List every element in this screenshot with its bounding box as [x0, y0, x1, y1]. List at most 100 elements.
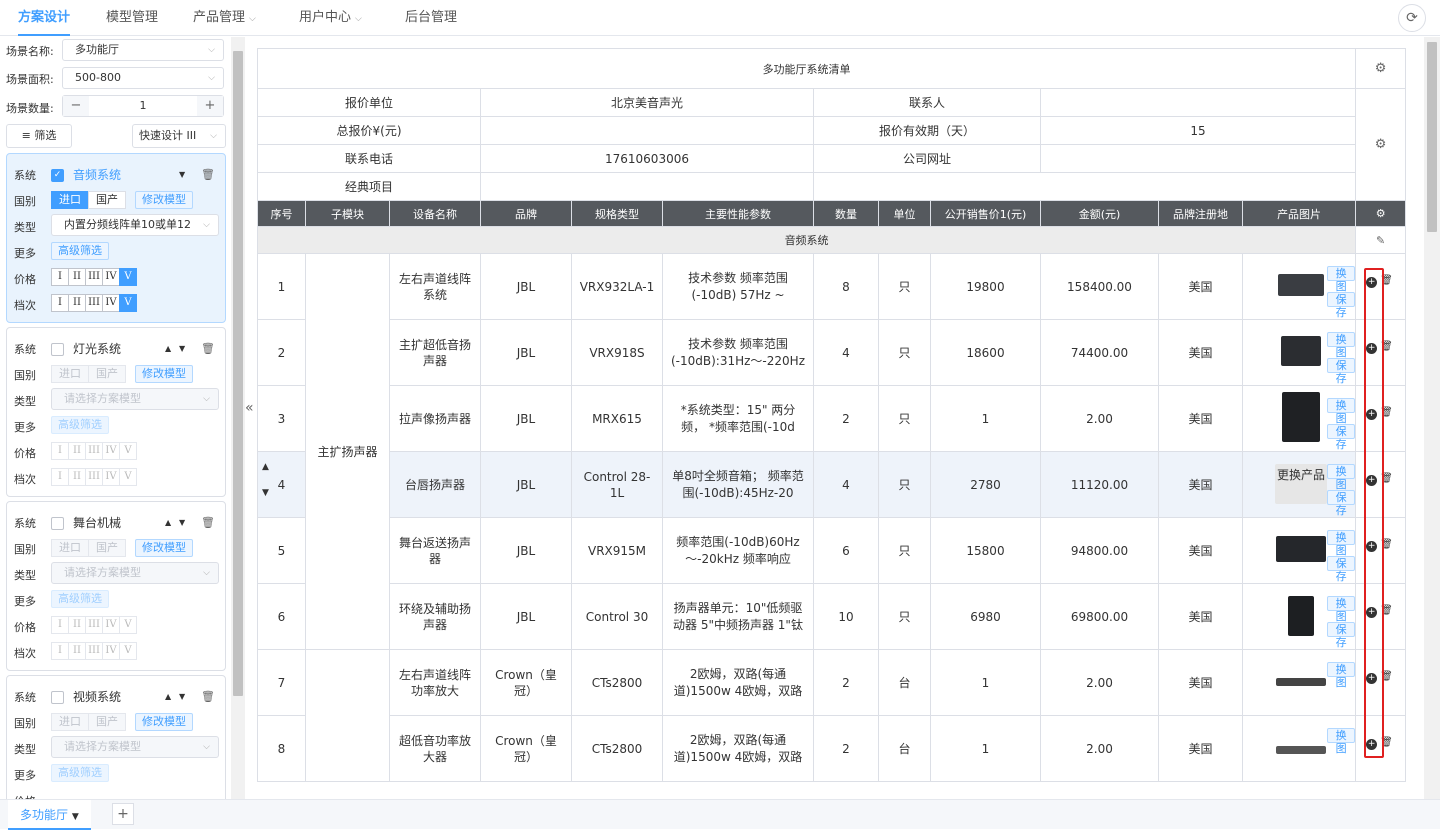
save-image-button[interactable]: 保存 [1327, 424, 1355, 451]
device-name[interactable]: 左右声道线阵功率放大 [389, 649, 481, 716]
scene-name-select[interactable]: 多功能厅 ⌵ [62, 39, 224, 61]
save-image-button[interactable]: 保存 [1327, 490, 1355, 517]
trash-icon[interactable]: 🗑 [201, 168, 215, 181]
gear-icon[interactable]: ⚙ [1355, 88, 1407, 201]
tab-scheme-design[interactable]: 方案设计 [18, 0, 71, 36]
domestic-button[interactable]: 国产 [88, 713, 126, 731]
scrollbar-thumb[interactable] [1427, 42, 1437, 232]
website-value[interactable] [1039, 144, 1357, 173]
brand-cell[interactable]: JBL [480, 385, 572, 452]
advanced-filter-button[interactable]: 高级筛选 [51, 416, 109, 434]
price-cell[interactable]: 19800 [930, 253, 1041, 320]
trash-icon[interactable]: 🗑 [201, 342, 215, 355]
level-3[interactable]: III [85, 616, 103, 634]
table-row[interactable]: 5 舞台返送扬声器 JBL VRX915M 频率范围(-10dB)60Hz～-20kHz… [257, 517, 1407, 584]
save-image-button[interactable]: 保存 [1327, 622, 1355, 649]
scrollbar-thumb[interactable] [233, 51, 243, 696]
level-4[interactable]: IV [102, 642, 120, 660]
modify-model-button[interactable]: 修改模型 [135, 365, 193, 383]
level-5[interactable]: V [119, 442, 137, 460]
level-2[interactable]: II [68, 294, 86, 312]
move-down-icon[interactable]: ▼ [179, 692, 185, 701]
level-4[interactable]: IV [102, 268, 120, 286]
trash-icon[interactable]: 🗑 [201, 690, 215, 703]
system-checkbox-lighting[interactable] [51, 343, 64, 356]
unit-cell[interactable]: 只 [878, 253, 931, 320]
params-cell[interactable]: 单8吋全频音箱； 频率范围(-10dB):45Hz-20 [662, 451, 814, 518]
refresh-icon[interactable]: ⟳ [1398, 4, 1426, 32]
save-image-button[interactable]: 保存 [1327, 292, 1355, 319]
level-2[interactable]: II [68, 442, 86, 460]
price-cell[interactable]: 2780 [930, 451, 1041, 518]
move-down-icon[interactable]: ▼ [179, 518, 185, 527]
level-1[interactable]: I [51, 442, 69, 460]
swap-image-button[interactable]: 换图 [1327, 464, 1355, 491]
brand-cell[interactable]: JBL [480, 319, 572, 386]
device-name[interactable]: 台唇扬声器 [389, 451, 481, 518]
unit-cell[interactable]: 台 [878, 649, 931, 716]
level-3[interactable]: III [85, 442, 103, 460]
advanced-filter-button[interactable]: 高级筛选 [51, 764, 109, 782]
swap-image-button[interactable]: 换图 [1327, 728, 1355, 755]
model-cell[interactable]: VRX932LA-1 [571, 253, 663, 320]
level-5[interactable]: V [119, 268, 137, 286]
sidebar-scrollbar[interactable] [231, 37, 245, 799]
qty-cell[interactable]: 6 [813, 517, 879, 584]
brand-cell[interactable]: Crown（皇冠） [480, 715, 572, 782]
swap-image-button[interactable]: 换图 [1327, 530, 1355, 557]
scene-area-select[interactable]: 500-800 ⌵ [62, 67, 224, 89]
level-1[interactable]: I [51, 294, 69, 312]
swap-image-button[interactable]: 换图 [1327, 662, 1355, 689]
save-image-button[interactable]: 保存 [1327, 556, 1355, 583]
move-down-icon[interactable]: ▼ [179, 170, 185, 179]
brand-cell[interactable]: JBL [480, 451, 572, 518]
phone-value[interactable]: 17610603006 [480, 144, 814, 173]
device-name[interactable]: 拉声像扬声器 [389, 385, 481, 452]
decrement-button[interactable]: − [63, 96, 89, 116]
level-4[interactable]: IV [102, 468, 120, 486]
level-5[interactable]: V [119, 294, 137, 312]
level-1[interactable]: I [51, 268, 69, 286]
params-cell[interactable]: 技术参数 频率范围(-10dB):31Hz～-220Hz 频 [662, 319, 814, 386]
price-cell[interactable]: 15800 [930, 517, 1041, 584]
level-4[interactable]: IV [102, 616, 120, 634]
tab-backend-management[interactable]: 后台管理 [405, 0, 457, 36]
device-name[interactable]: 主扩超低音扬声器 [389, 319, 481, 386]
level-2[interactable]: II [68, 642, 86, 660]
domestic-button[interactable]: 国产 [88, 191, 126, 209]
swap-image-button[interactable]: 换图 [1327, 596, 1355, 623]
system-checkbox-video[interactable] [51, 691, 64, 704]
model-cell[interactable]: Control 28-1L [571, 451, 663, 518]
move-up-icon[interactable]: ▲ [165, 344, 171, 353]
import-button[interactable]: 进口 [51, 713, 89, 731]
brand-cell[interactable]: JBL [480, 583, 572, 650]
swap-image-button[interactable]: 换图 [1327, 332, 1355, 359]
price-cell[interactable]: 6980 [930, 583, 1041, 650]
import-button[interactable]: 进口 [51, 365, 89, 383]
model-cell[interactable]: CTs2800 [571, 649, 663, 716]
filter-button[interactable]: ≡ 筛选 [6, 124, 72, 148]
unit-cell[interactable]: 只 [878, 451, 931, 518]
type-select[interactable]: 内置分频线阵单10或单12 ⌵ [51, 214, 219, 236]
move-up-icon[interactable]: ▲ [262, 462, 269, 472]
unit-cell[interactable]: 只 [878, 319, 931, 386]
quick-design-select[interactable]: 快速设计 III ⌵ [132, 124, 226, 148]
qty-cell[interactable]: 4 [813, 451, 879, 518]
brand-cell[interactable]: JBL [480, 517, 572, 584]
validity-value[interactable]: 15 [1039, 116, 1357, 145]
brand-cell[interactable]: JBL [480, 253, 572, 320]
advanced-filter-button[interactable]: 高级筛选 [51, 590, 109, 608]
brand-cell[interactable]: Crown（皇冠） [480, 649, 572, 716]
main-scrollbar[interactable] [1424, 37, 1440, 827]
price-cell[interactable]: 1 [930, 649, 1041, 716]
table-row[interactable]: 8 超低音功率放大器 Crown（皇冠） CTs2800 2欧姆，双路(每通道)1500… [257, 715, 1407, 782]
params-cell[interactable]: 频率范围(-10dB)60Hz～-20kHz 频率响应 [662, 517, 814, 584]
modify-model-button[interactable]: 修改模型 [135, 713, 193, 731]
move-down-icon[interactable]: ▼ [262, 488, 269, 498]
level-1[interactable]: I [51, 642, 69, 660]
type-select[interactable]: 请选择方案模型 ⌵ [51, 736, 219, 758]
level-1[interactable]: I [51, 468, 69, 486]
type-select[interactable]: 请选择方案模型 ⌵ [51, 388, 219, 410]
replace-product-placeholder[interactable]: 更换产品 [1275, 464, 1327, 504]
scene-tab[interactable]: 多功能厅 ▼ [8, 800, 91, 830]
